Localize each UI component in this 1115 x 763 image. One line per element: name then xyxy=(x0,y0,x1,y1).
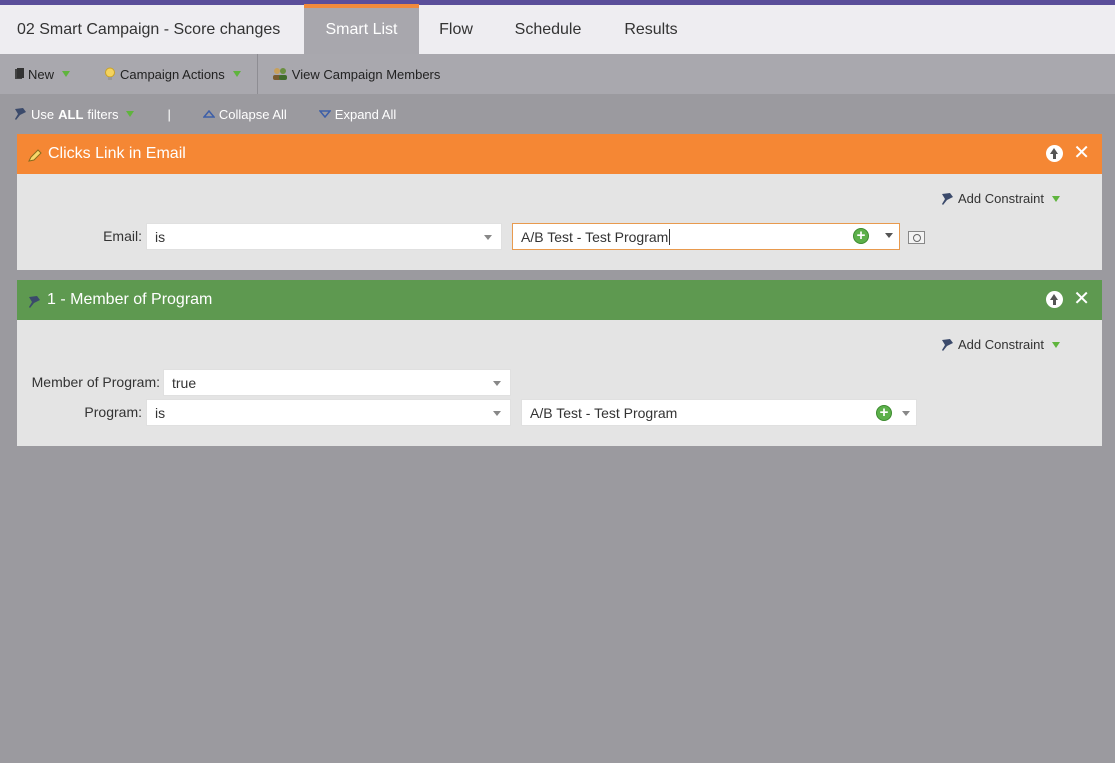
campaign-title: 02 Smart Campaign - Score changes xyxy=(17,20,281,38)
action-toolbar: New Campaign Actions View Campaign Membe… xyxy=(0,54,1115,94)
operator-value: is xyxy=(155,228,166,245)
tab-smart-list[interactable]: Smart List xyxy=(304,4,419,54)
use-label: Use xyxy=(31,106,55,122)
move-up-icon[interactable] xyxy=(1046,145,1064,162)
add-constraint-button[interactable]: Add Constraint xyxy=(940,191,1060,206)
users-icon xyxy=(272,68,287,80)
use-all-filters-button[interactable]: Use ALL filters xyxy=(13,106,135,122)
program-operator-select[interactable]: is xyxy=(146,399,511,426)
email-operator-select[interactable]: is xyxy=(146,223,502,250)
tab-flow[interactable]: Flow xyxy=(419,5,493,54)
chevron-down-icon[interactable] xyxy=(885,233,893,238)
chevron-down-icon xyxy=(126,111,135,117)
view-campaign-members-button[interactable]: View Campaign Members xyxy=(272,66,441,82)
add-constraint-label: Add Constraint xyxy=(958,337,1044,352)
add-constraint-button[interactable]: Add Constraint xyxy=(940,337,1060,352)
member-of-program-select[interactable]: true xyxy=(163,369,511,396)
chevron-down-icon xyxy=(1052,195,1060,202)
funnel-icon xyxy=(942,338,953,351)
lookup-icon[interactable] xyxy=(908,231,925,244)
tab-bar: 02 Smart Campaign - Score changes Smart … xyxy=(0,4,1115,54)
add-icon[interactable]: + xyxy=(876,405,892,421)
collapse-all-label: Collapse All xyxy=(218,106,287,122)
expand-all-button[interactable]: Expand All xyxy=(318,106,397,122)
filter-options-bar: Use ALL filters | Collapse All Expand Al… xyxy=(0,94,1115,134)
new-button[interactable]: New xyxy=(14,67,88,82)
filter-header[interactable]: 1 - Member of Program ✕ xyxy=(17,280,1102,320)
collapse-icon xyxy=(202,110,215,118)
close-icon[interactable]: ✕ xyxy=(1073,289,1090,309)
program-label: Program: xyxy=(84,404,142,420)
member-value: true xyxy=(172,374,197,391)
chevron-down-icon xyxy=(232,71,241,77)
use-all-bold: ALL xyxy=(58,106,84,122)
program-value-text: A/B Test - Test Program xyxy=(530,404,678,421)
email-label: Email: xyxy=(103,228,142,244)
expand-all-label: Expand All xyxy=(334,106,397,122)
email-value-input[interactable]: A/B Test - Test Program + xyxy=(512,223,900,250)
tab-results[interactable]: Results xyxy=(603,5,699,54)
campaign-actions-label: Campaign Actions xyxy=(120,66,225,82)
chevron-down-icon xyxy=(493,381,501,386)
chevron-down-icon xyxy=(484,235,492,240)
lightbulb-icon xyxy=(105,67,115,80)
filter-body: Add Constraint Email: is A/B Test - Test… xyxy=(17,174,1102,270)
move-up-icon[interactable] xyxy=(1046,291,1064,308)
expand-icon xyxy=(318,110,331,118)
pencil-icon xyxy=(28,148,42,162)
add-constraint-label: Add Constraint xyxy=(958,191,1044,206)
text-cursor xyxy=(669,228,671,245)
filter-body: Add Constraint Member of Program: true P… xyxy=(17,320,1102,446)
campaign-actions-button[interactable]: Campaign Actions xyxy=(104,67,241,82)
add-icon[interactable]: + xyxy=(853,228,869,244)
chevron-down-icon xyxy=(62,71,71,77)
close-icon[interactable]: ✕ xyxy=(1073,143,1090,163)
chevron-down-icon xyxy=(493,411,501,416)
funnel-icon xyxy=(942,192,953,205)
filters-label: filters xyxy=(87,106,119,122)
tab-schedule[interactable]: Schedule xyxy=(494,5,602,54)
chevron-down-icon xyxy=(1052,341,1060,348)
view-members-label: View Campaign Members xyxy=(291,66,441,82)
funnel-icon xyxy=(29,295,40,308)
filter-member-of-program: 1 - Member of Program ✕ Add Constraint M… xyxy=(17,280,1102,446)
toolbar-divider xyxy=(256,54,258,94)
filter-title: Clicks Link in Email xyxy=(48,145,186,162)
member-of-program-label: Member of Program: xyxy=(31,374,160,390)
program-operator-value: is xyxy=(155,404,166,421)
filter-header[interactable]: Clicks Link in Email ✕ xyxy=(17,134,1102,174)
collapse-all-button[interactable]: Collapse All xyxy=(202,106,287,122)
new-label: New xyxy=(28,66,55,82)
document-icon xyxy=(15,68,24,79)
filter-title: 1 - Member of Program xyxy=(47,291,213,308)
program-value-select[interactable]: A/B Test - Test Program + xyxy=(521,399,917,426)
chevron-down-icon[interactable] xyxy=(902,411,910,416)
separator: | xyxy=(167,106,171,122)
funnel-icon xyxy=(15,108,26,120)
filter-clicks-link-in-email: Clicks Link in Email ✕ Add Constraint Em… xyxy=(17,134,1102,270)
email-value-text: A/B Test - Test Program xyxy=(521,228,669,245)
